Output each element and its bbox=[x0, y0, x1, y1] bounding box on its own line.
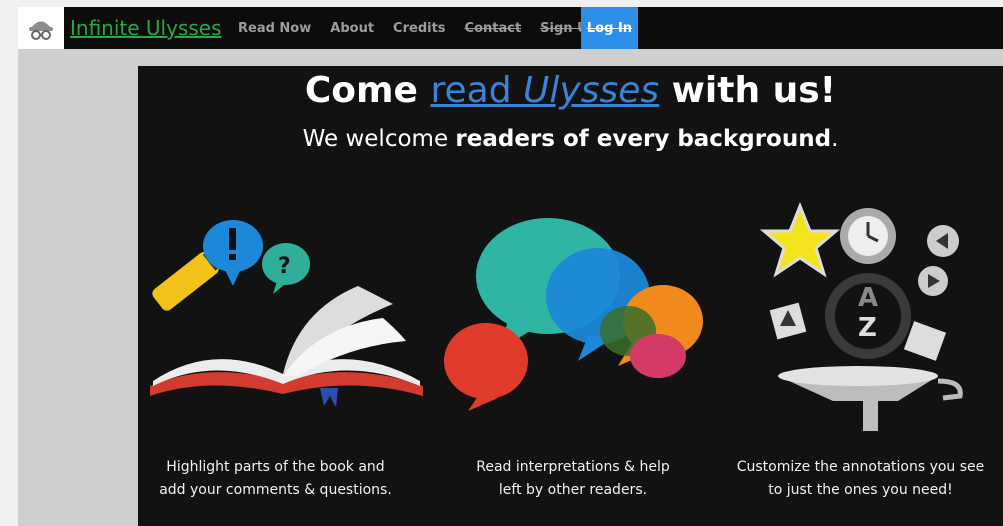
nav-credits[interactable]: Credits bbox=[393, 21, 445, 36]
headline-text-pre: Come bbox=[304, 70, 431, 111]
headline-link-read: read bbox=[430, 70, 524, 111]
read-ulysses-link[interactable]: read Ulysses bbox=[431, 70, 660, 111]
nav-read-now[interactable]: Read Now bbox=[238, 21, 311, 36]
caption-line: Highlight parts of the book and bbox=[166, 459, 385, 475]
sub-text-pre: We welcome bbox=[302, 126, 456, 152]
left-margin bbox=[18, 66, 138, 526]
top-navbar: Infinite Ulysses Read Now About Credits … bbox=[18, 7, 1003, 49]
feature-caption-read: Read interpretations & help left by othe… bbox=[428, 456, 718, 502]
caption-line: to just the ones you need! bbox=[768, 482, 953, 498]
nav-links: Read Now About Credits Contact Sign Up! bbox=[238, 7, 622, 49]
nav-contact[interactable]: Contact bbox=[465, 21, 522, 36]
feature-caption-highlight: Highlight parts of the book and add your… bbox=[138, 456, 413, 502]
funnel-filter-icon: A Z bbox=[759, 201, 963, 431]
svg-text:?: ? bbox=[278, 254, 291, 279]
sub-text-post: . bbox=[831, 126, 839, 152]
svg-text:A: A bbox=[858, 283, 878, 313]
nav-about[interactable]: About bbox=[330, 21, 374, 36]
caption-line: Customize the annotations you see bbox=[736, 459, 985, 475]
site-logo[interactable] bbox=[18, 7, 64, 49]
hero-headline: Come read Ulysses with us! bbox=[138, 70, 1003, 111]
headline-text-post: with us! bbox=[659, 70, 837, 111]
caption-line: add your comments & questions. bbox=[159, 482, 392, 498]
login-button[interactable]: Log In bbox=[581, 7, 638, 49]
caption-line: left by other readers. bbox=[498, 482, 648, 498]
sub-text-bold: readers of every background bbox=[455, 126, 832, 152]
headline-link-ulysses: Ulysses bbox=[523, 70, 660, 111]
brand-link[interactable]: Infinite Ulysses bbox=[70, 16, 222, 40]
hero-subheading: We welcome readers of every background. bbox=[138, 126, 1003, 152]
hero-section: Come read Ulysses with us! We welcome re… bbox=[138, 66, 1003, 526]
highlighter-book-icon: ? bbox=[150, 220, 423, 406]
header-divider bbox=[18, 49, 1003, 66]
caption-line: Read interpretations & help bbox=[476, 459, 670, 475]
svg-text:Z: Z bbox=[858, 313, 877, 343]
feature-caption-customize: Customize the annotations you see to jus… bbox=[718, 456, 1003, 502]
reader-avatar-icon bbox=[29, 21, 53, 40]
speech-bubbles-icon bbox=[444, 218, 703, 411]
